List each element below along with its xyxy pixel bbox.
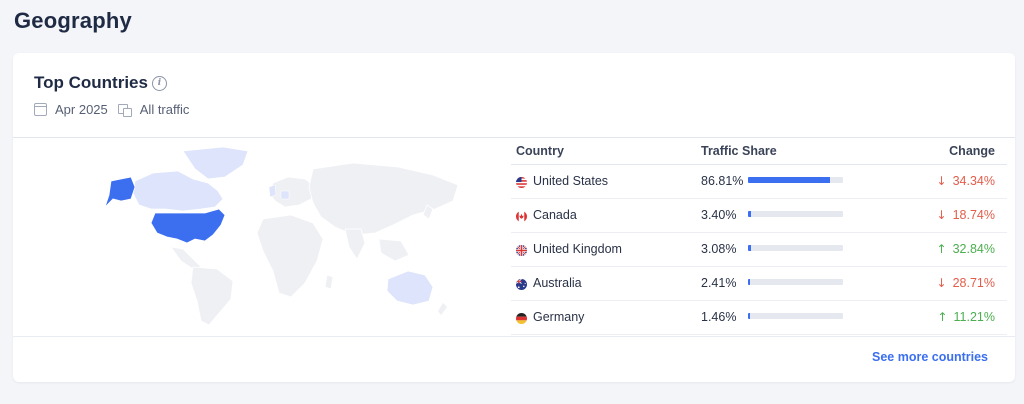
arrow-up-icon: ↑ (937, 310, 948, 324)
table-header: Country Traffic Share Change (511, 137, 1007, 165)
info-icon[interactable]: i (152, 76, 167, 91)
australia-flag-icon (516, 279, 527, 290)
country-name[interactable]: Germany (533, 310, 584, 324)
traffic-share-bar (748, 177, 843, 183)
countries-table: Country Traffic Share Change United Stat… (511, 137, 1007, 335)
traffic-share-value: 3.08% (701, 242, 737, 256)
germany-flag-icon (516, 313, 527, 324)
header-traffic-share[interactable]: Traffic Share (701, 144, 777, 158)
map-se-asia (378, 238, 410, 262)
map-central-america (170, 246, 202, 270)
country-name[interactable]: United Kingdom (533, 242, 622, 256)
us-flag-icon (516, 177, 527, 188)
arrow-down-icon: ↓ (936, 208, 947, 222)
map-germany (280, 190, 290, 200)
change-value: ↓ 34.34% (936, 174, 995, 188)
map-south-america (190, 266, 234, 326)
map-greenland (182, 146, 249, 180)
map-new-zealand (438, 303, 447, 315)
change-value: ↓ 28.71% (936, 276, 995, 290)
map-madagascar (324, 274, 334, 290)
map-united-states (150, 208, 226, 244)
traffic-share-value: 2.41% (701, 276, 737, 290)
arrow-up-icon: ↑ (936, 242, 947, 256)
uk-flag-icon (516, 245, 527, 256)
card-title: Top Countries (34, 73, 148, 92)
traffic-share-bar (748, 279, 843, 285)
map-africa (256, 214, 324, 298)
arrow-down-icon: ↓ (936, 276, 947, 290)
map-india (344, 228, 366, 260)
change-value: ↑ 32.84% (936, 242, 995, 256)
divider (13, 336, 1015, 337)
date-label: Apr 2025 (55, 102, 108, 117)
change-value: ↓ 18.74% (936, 208, 995, 222)
table-row[interactable]: Australia 2.41% ↓ 28.71% (511, 267, 1007, 301)
traffic-share-bar (748, 313, 843, 319)
header-change[interactable]: Change (949, 144, 995, 158)
map-alaska (104, 176, 136, 208)
table-row[interactable]: Canada 3.40% ↓ 18.74% (511, 199, 1007, 233)
see-more-countries-link[interactable]: See more countries (872, 350, 988, 364)
canada-flag-icon (516, 211, 527, 222)
traffic-share-bar (748, 211, 843, 217)
country-name[interactable]: Australia (533, 276, 582, 290)
page-title: Geography (14, 8, 132, 33)
header-country[interactable]: Country (516, 144, 564, 158)
map-australia (386, 270, 434, 306)
table-row[interactable]: Germany 1.46% ↑ 11.21% (511, 301, 1007, 335)
country-name[interactable]: United States (533, 174, 608, 188)
table-row[interactable]: United Kingdom 3.08% ↑ 32.84% (511, 233, 1007, 267)
traffic-label: All traffic (139, 102, 190, 117)
top-countries-card: Top Countries i Apr 2025 All traffic Cou… (13, 53, 1015, 382)
table-row[interactable]: United States 86.81% ↓ 34.34% (511, 165, 1007, 199)
traffic-share-value: 3.40% (701, 208, 737, 222)
world-map (104, 146, 459, 326)
card-meta: Apr 2025 All traffic (34, 102, 189, 117)
traffic-share-value: 1.46% (701, 310, 737, 324)
traffic-share-value: 86.81% (701, 174, 744, 188)
map-asia (308, 162, 459, 236)
arrow-down-icon: ↓ (936, 174, 947, 188)
map-uk (268, 184, 277, 198)
traffic-source-icon (117, 103, 132, 117)
change-value: ↑ 11.21% (937, 310, 995, 324)
traffic-share-bar (748, 245, 843, 251)
calendar-icon (34, 103, 47, 116)
country-name[interactable]: Canada (533, 208, 577, 222)
